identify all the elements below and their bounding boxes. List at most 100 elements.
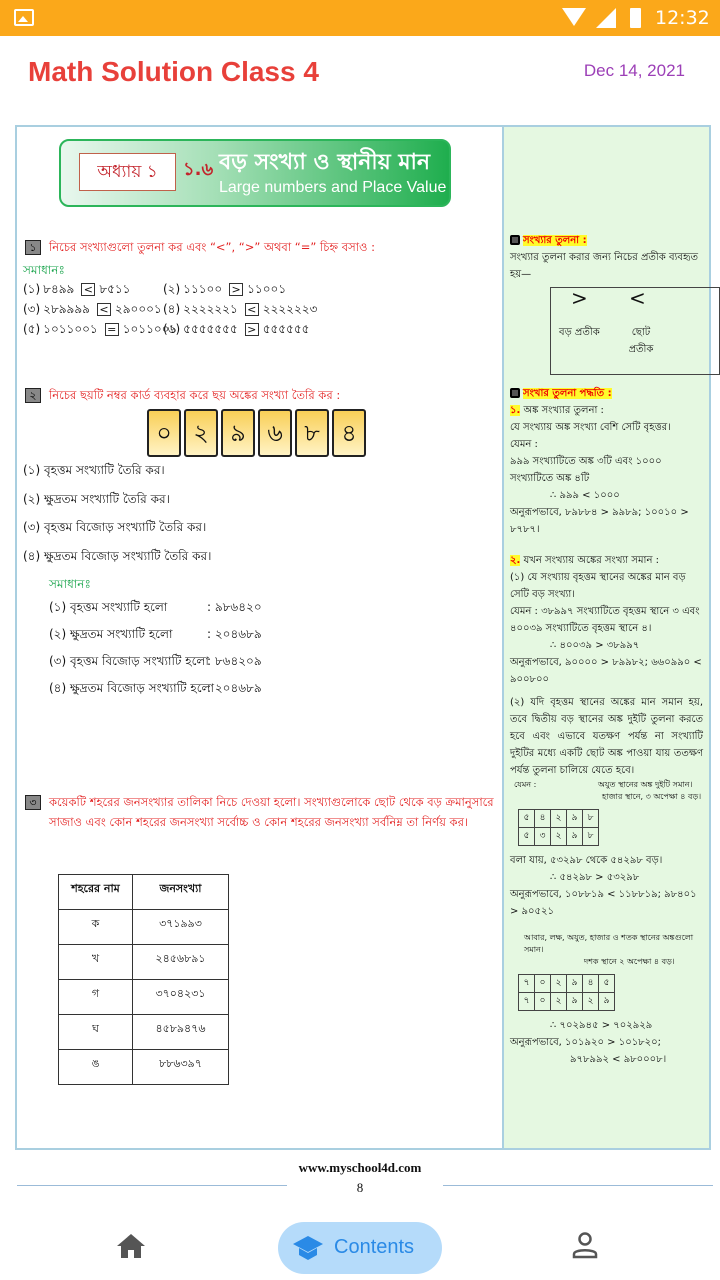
table-cell: ৪৫৮৯৪৭৬ bbox=[132, 1014, 229, 1050]
symbol-label: বড় প্রতীক bbox=[559, 327, 600, 338]
comparison-text: (২) bbox=[163, 282, 181, 296]
table-cell: গ bbox=[58, 979, 133, 1015]
answer-label: (৪) ক্ষুদ্রতম বিজোড় সংখ্যাটি হলো bbox=[49, 681, 214, 695]
comparison-text: ১০১১০০১ bbox=[43, 322, 98, 336]
comparison-sign-box: < bbox=[81, 283, 96, 296]
task: (২) ক্ষুদ্রতম সংখ্যাটি তৈরি কর। bbox=[23, 492, 170, 506]
contents-label: Contents bbox=[334, 1236, 415, 1258]
text-line: ∴ ৭০২৯৪৫ > ৭০২৯২৯ bbox=[550, 1020, 653, 1031]
section-title-bn: বড় সংখ্যা ও স্থানীয় মান bbox=[219, 150, 431, 175]
digit-cell: ৯ bbox=[566, 809, 583, 828]
paragraph: (২) যদি বৃহত্তম স্থানের অঙ্কের মান সমান … bbox=[510, 697, 703, 776]
comparison-text: (৬) bbox=[163, 322, 181, 336]
grid-row: ৫৩২৯৮ bbox=[518, 827, 599, 846]
chapter-banner: অধ্যায় ১ ১.৬ বড় সংখ্যা ও স্থানীয় মান … bbox=[59, 139, 451, 207]
bullet-icon bbox=[510, 235, 520, 245]
digit-grid: ৭০২৯৪৫৭০২৯২৯ bbox=[518, 974, 615, 1011]
comparison-item: (৪) ২২২২২২১ <২২২২২২৩ bbox=[163, 299, 320, 319]
table-cell: ঙ bbox=[58, 1049, 133, 1085]
answer-row: (৩) বৃহত্তম বিজোড় সংখ্যাটি হলো: ৮৬৪২০৯ bbox=[49, 651, 349, 671]
table-cell: ২৪৫৬৮৯১ bbox=[132, 944, 229, 980]
example-2-content: ∴ ৭০২৯৪৫ > ৭০২৯২৯ অনুরূপভাবে, ১০১৯২০ > ১০… bbox=[510, 1017, 703, 1068]
text-line: ∴ ৯৯৯ < ১০০০ bbox=[550, 490, 620, 501]
text-line: ∴ ৪০০৩৯ > ৩৮৯৯৭ bbox=[550, 640, 640, 651]
number-card: ৮ bbox=[295, 409, 329, 457]
person-icon bbox=[572, 1232, 598, 1259]
grid-row: ৭০২৯২৯ bbox=[518, 992, 615, 1011]
answer-label: (৩) বৃহত্তম বিজোড় সংখ্যাটি হলো bbox=[49, 654, 209, 668]
digit-cell: ২ bbox=[550, 974, 567, 993]
text-line: ৯৭৮৯৯২ < ৯৮০০০৮। bbox=[570, 1054, 667, 1065]
comparison-item: (২) ১১১০০ >১১০০১ bbox=[163, 279, 289, 299]
text-line: যে সংখ্যায় অঙ্ক সংখ্যা বেশি সেটি বৃহত্ত… bbox=[510, 422, 671, 433]
digit-cell: ৮ bbox=[582, 809, 599, 828]
digit-cell: ৫ bbox=[598, 974, 615, 993]
comparison-text: ২৯০০০১ bbox=[114, 302, 162, 316]
comparison-text: ১১১০০ bbox=[183, 282, 223, 296]
signal-icon bbox=[596, 8, 616, 28]
digit-cell: ৭ bbox=[518, 974, 535, 993]
section-heading: সংখ্যার তুলনা : bbox=[523, 235, 587, 246]
task: (১) বৃহত্তম সংখ্যাটি তৈরি কর। bbox=[23, 463, 165, 477]
contents-button[interactable]: Contents bbox=[278, 1222, 442, 1274]
table-cell: ৮৮৬৩৯৭ bbox=[132, 1049, 229, 1085]
comparison-text: (১) bbox=[23, 282, 41, 296]
comparison-text: ৫৫৫৫৫৫৫ bbox=[183, 322, 238, 336]
task: (৪) ক্ষুদ্রতম বিজোড় সংখ্যাটি তৈরি কর। bbox=[23, 549, 212, 563]
text-line: বলা যায়, ৫৩২৯৮ থেকে ৫৪২৯৮ বড়। bbox=[510, 855, 663, 866]
number-card: ০ bbox=[147, 409, 181, 457]
home-button[interactable] bbox=[115, 1232, 151, 1262]
comparison-sign-box: < bbox=[96, 303, 111, 316]
annotation: হাজার স্থানে, ৩ অপেক্ষা ৪ বড়। bbox=[602, 792, 702, 801]
home-icon bbox=[117, 1234, 145, 1258]
question-3: ৩ কয়েকটি শহরের জনসংখ্যার তালিকা নিচে দেও… bbox=[25, 792, 495, 832]
table-cell: ঘ bbox=[58, 1014, 133, 1050]
symbol-label: ছোট প্রতীক bbox=[628, 327, 654, 355]
question-text: কয়েকটি শহরের জনসংখ্যার তালিকা নিচে দেওয… bbox=[49, 795, 494, 829]
annotation: অযুত স্থানের অঙ্ক দুইটি সমান। bbox=[598, 780, 693, 789]
step-title: অঙ্ক সংখ্যার তুলনা : bbox=[523, 405, 604, 416]
table-cell: খ bbox=[58, 944, 133, 980]
question-number: ৩ bbox=[25, 795, 41, 810]
step-number: ১. bbox=[510, 405, 521, 416]
less-symbol: < bbox=[629, 286, 646, 310]
digit-cell: ৭ bbox=[518, 992, 535, 1011]
profile-button[interactable] bbox=[570, 1230, 604, 1264]
step-title: যখন সংখ্যায় অঙ্কের সংখ্যা সমান : bbox=[523, 555, 659, 566]
page-number: 8 bbox=[356, 1180, 364, 1195]
text-line: ∴ ৫৪২৯৮ > ৫৩২৯৮ bbox=[550, 872, 640, 883]
comparison-sign-box: = bbox=[104, 323, 119, 336]
comparison-text: ৫৫৫৫৫৫ bbox=[262, 322, 310, 336]
answer-value: : ৮৬৪২০৯ bbox=[207, 654, 262, 668]
section-title-en: Large numbers and Place Value bbox=[219, 179, 447, 196]
solution-label: সমাধানঃ bbox=[49, 577, 91, 591]
wifi-icon bbox=[562, 8, 586, 26]
comparison-text: ২২২২২২৩ bbox=[262, 302, 318, 316]
text-line: যেমন : bbox=[510, 439, 538, 450]
digit-cell: ৯ bbox=[566, 974, 583, 993]
text-line: অনুরূপভাবে, ১০১৯২০ > ১০১৮২০; bbox=[510, 1037, 662, 1048]
annotation: লক্ষ, অযুত, হাজার ও শতক স্থানের অঙ্কগুলো… bbox=[524, 933, 694, 954]
digit-cell: ৩ bbox=[534, 827, 551, 846]
table-cell: ৩৭১৯৯৩ bbox=[132, 909, 229, 945]
number-card: ২ bbox=[184, 409, 218, 457]
status-bar: 12:32 bbox=[0, 0, 720, 36]
comparison-text: ২৮৯৯৯৯ bbox=[43, 302, 90, 316]
text-line: অনুরূপভাবে, ৮৯৮৮৪ > ৯৯৮৯; ১০০১০ > ৮৭৮৭। bbox=[510, 507, 689, 535]
digit-grid: ৫৪২৯৮৫৩২৯৮ bbox=[518, 809, 599, 846]
answer-value: : ২০৪৬৮৯ bbox=[207, 627, 262, 641]
status-time: 12:32 bbox=[655, 7, 710, 29]
book-page: অধ্যায় ১ ১.৬ বড় সংখ্যা ও স্থানীয় মান … bbox=[15, 125, 720, 1150]
text-line: (১) যে সংখ্যায় বৃহত্তম স্থানের অঙ্কের ম… bbox=[510, 572, 686, 600]
question-text: নিচের ছয়টি নম্বর কার্ড ব্যবহার করে ছয় … bbox=[49, 388, 341, 402]
answer-value: : ২০৪৬৮৯ bbox=[207, 681, 262, 695]
answer-label: (২) ক্ষুদ্রতম সংখ্যাটি হলো bbox=[49, 627, 173, 641]
population-table: শহরের নাম জনসংখ্যা ক ৩৭১৯৯৩ খ ২৪৫৬৮৯১ গ ৩৭০৪২৩… bbox=[58, 874, 229, 1085]
number-cards: ০ ২ ৯ ৬ ৮ ৪ bbox=[147, 409, 366, 457]
image-icon bbox=[14, 9, 34, 26]
answer-row: (৪) ক্ষুদ্রতম বিজোড় সংখ্যাটি হলো: ২০৪৬৮… bbox=[49, 678, 349, 698]
comparison-item: (৩) ২৮৯৯৯৯ <২৯০০০১ bbox=[23, 299, 165, 319]
table-row: গ ৩৭০৪২৩১ bbox=[58, 979, 229, 1015]
grid-row: ৫৪২৯৮ bbox=[518, 809, 599, 828]
digit-cell: ২ bbox=[550, 809, 567, 828]
